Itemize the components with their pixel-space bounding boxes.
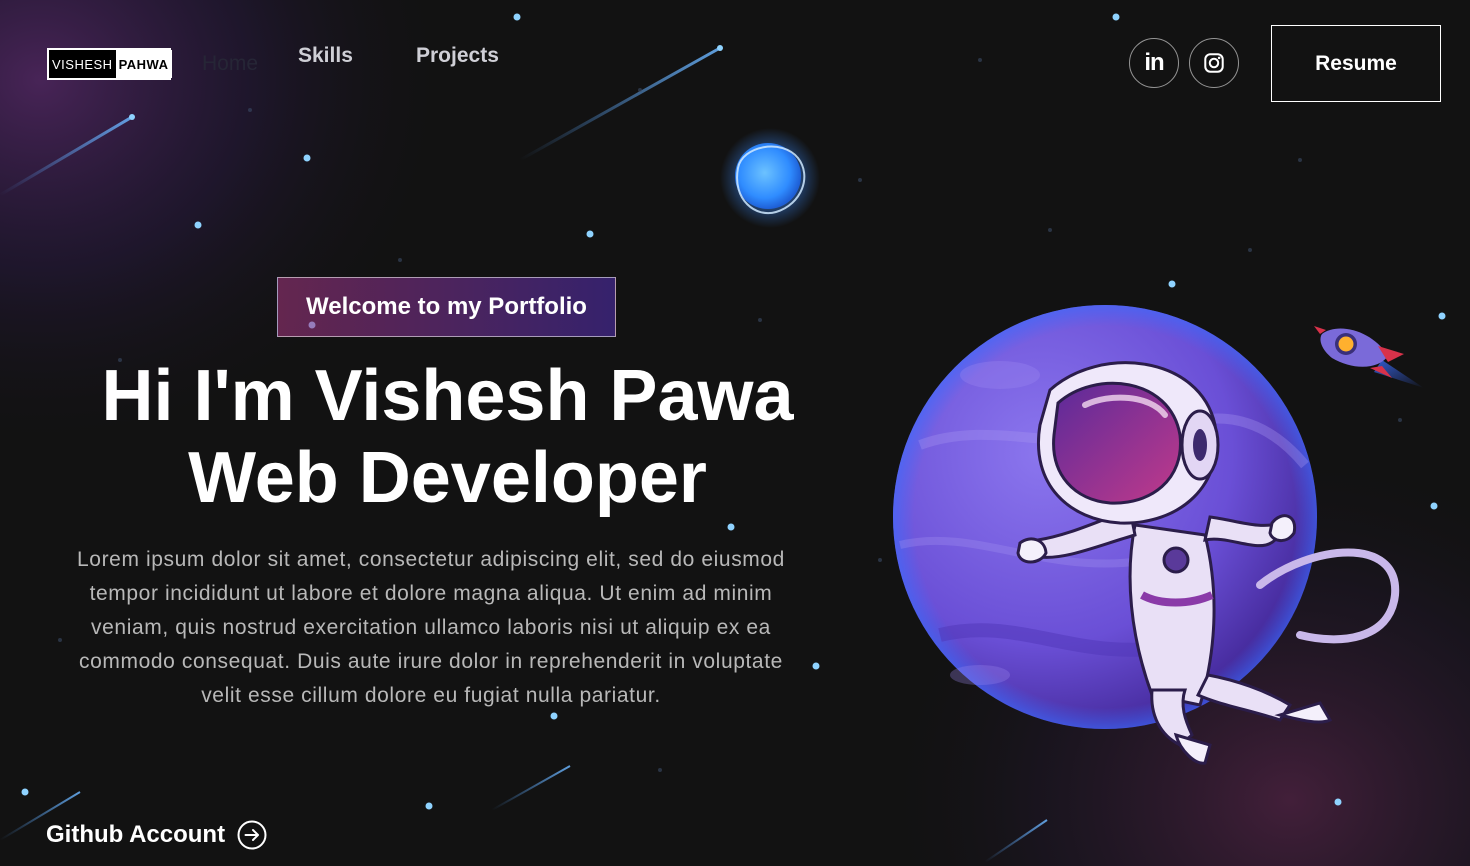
welcome-tagline: Welcome to my Portfolio (277, 277, 616, 337)
nav-link-skills[interactable]: Skills (298, 44, 353, 68)
intro-paragraph: Lorem ipsum dolor sit amet, consectetur … (77, 548, 785, 707)
arrow-right-circle-icon (237, 820, 267, 850)
hero-headline: Hi I'm Vishesh Pawa Web Developer (0, 355, 895, 519)
logo-first-name: VISHESH (49, 50, 116, 78)
logo-last-name: PAHWA (115, 50, 172, 78)
linkedin-icon: in (1144, 49, 1164, 76)
astronaut-illustration (893, 305, 1400, 765)
github-account-link[interactable]: Github Account (46, 820, 267, 850)
headline-line-1: Hi I'm Vishesh Pawa (101, 356, 794, 436)
linkedin-button[interactable]: in (1129, 38, 1179, 88)
instagram-icon (1204, 53, 1224, 73)
instagram-button[interactable] (1189, 38, 1239, 88)
nav-link-projects[interactable]: Projects (416, 44, 499, 68)
nav-link-home[interactable]: Home (202, 52, 258, 76)
headline-line-2: Web Developer (188, 438, 707, 518)
resume-button[interactable]: Resume (1271, 25, 1441, 102)
tagline-text: Welcome to my Portfolio (306, 293, 587, 320)
blue-planet-icon (720, 128, 820, 228)
github-account-label: Github Account (46, 821, 226, 848)
site-logo[interactable]: VISHESH PAHWA (47, 48, 172, 80)
resume-button-label: Resume (1315, 51, 1397, 75)
